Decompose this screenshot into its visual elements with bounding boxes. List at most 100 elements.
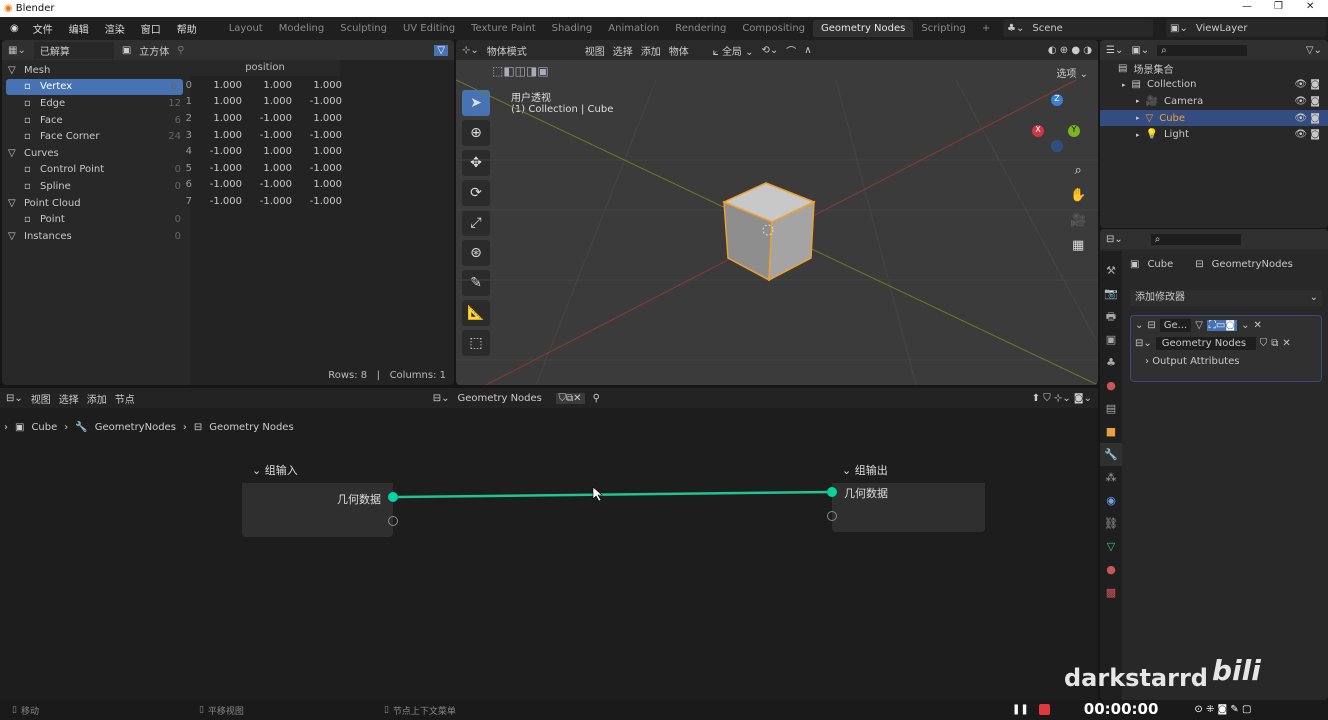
collection-tab-icon[interactable]: ▤ — [1100, 397, 1122, 420]
constraints-tab-icon[interactable]: ⛓ — [1100, 512, 1122, 535]
scene-selector[interactable]: ♣⌄ Scene — [1003, 19, 1153, 37]
node-tree-icon[interactable]: ⊟⌄ — [433, 393, 450, 404]
empty-input-socket[interactable] — [827, 511, 837, 521]
close-button[interactable]: ✕ — [1306, 1, 1314, 12]
outliner-item[interactable]: ▸ 💡 Light 👁 ◙ — [1100, 126, 1328, 143]
spreadsheet-tree-item[interactable]: ▽ Instances 0 — [2, 228, 187, 245]
tab-texture-paint[interactable]: Texture Paint — [463, 20, 544, 37]
modifier-name-field[interactable]: Ge... — [1159, 319, 1192, 332]
spreadsheet-tree-item[interactable]: ▽ Curves — [2, 145, 187, 162]
tab-scripting[interactable]: Scripting — [913, 20, 973, 37]
group-output-node[interactable]: ⌄ 组输出 几何数据 — [827, 457, 985, 532]
tab-rendering[interactable]: Rendering — [667, 20, 734, 37]
edit-mode-icon[interactable]: ▽ — [1195, 320, 1203, 331]
node-editor[interactable]: ⊟⌄ 视图 选择 添加 节点 ⊟⌄ Geometry Nodes ⛉⧉✕ ⚲ ⬆… — [0, 388, 1098, 700]
gizmo-x-axis[interactable]: X — [1032, 125, 1044, 137]
geometry-input-socket[interactable] — [827, 487, 837, 497]
filter-icon[interactable]: ▽⌄ — [1306, 45, 1322, 56]
outliner-item[interactable]: ▸ 🎥 Camera 👁 ◙ — [1100, 93, 1328, 110]
output-attributes-subpanel[interactable]: › Output Attributes — [1131, 352, 1321, 371]
properties-search-input[interactable]: ⌕ — [1150, 233, 1241, 245]
pin-icon[interactable]: ⚲ — [593, 393, 600, 404]
scene-collection-row[interactable]: ▤ 场景集合 — [1100, 60, 1328, 77]
tab-shading[interactable]: Shading — [544, 20, 601, 37]
node-menu-add[interactable]: 添加 — [87, 391, 107, 406]
modifier-tab-icon[interactable]: 🔧 — [1100, 443, 1122, 466]
outliner-search-input[interactable]: ⌕ — [1157, 44, 1248, 56]
visibility-eye-icon[interactable]: 👁 ◙ — [1294, 129, 1328, 140]
tab-sculpting[interactable]: Sculpting — [332, 20, 395, 37]
particles-tab-icon[interactable]: ⁂ — [1100, 466, 1122, 489]
scene-tab-icon[interactable]: ♣ — [1100, 351, 1122, 374]
view-layer-tab-icon[interactable]: ▣ — [1100, 328, 1122, 351]
node-group-buttons[interactable]: ⛉⧉✕ — [555, 392, 585, 404]
node-group-field[interactable]: Geometry Nodes — [1155, 337, 1256, 350]
editor-type-icon[interactable]: ☰⌄ — [1106, 45, 1123, 56]
3d-viewport[interactable]: ⊹⌄ 物体模式 视图 选择 添加 物体 ⟀ 全局 ⌄ ⟲⌄ ⌒ ∧ ◐ ⊕ ● … — [456, 40, 1098, 385]
evaluation-mode-dropdown[interactable]: 已解算 — [33, 41, 114, 59]
show-viewport-icon[interactable]: ⛶▭◙ — [1206, 320, 1238, 331]
gizmo-z-axis[interactable]: Z — [1051, 94, 1063, 106]
node-menu-select[interactable]: 选择 — [59, 391, 79, 406]
cube-object[interactable] — [722, 182, 816, 282]
overlay-icon[interactable]: ⬆ ⛉ ⊹⌄ ◙⌄ — [1032, 393, 1092, 404]
group-output-header[interactable]: ⌄ 组输出 — [832, 457, 985, 483]
visibility-eye-icon[interactable]: 👁 ◙ — [1294, 79, 1328, 90]
tool-tab-icon[interactable]: ⚒ — [1100, 259, 1122, 282]
menu-edit[interactable]: 编辑 — [61, 21, 97, 36]
minimize-button[interactable]: — — [1242, 1, 1252, 12]
maximize-button[interactable]: ❐ — [1274, 1, 1283, 12]
object-name[interactable]: 立方体 — [139, 43, 169, 58]
expand-arrow-icon[interactable]: ▸ — [1136, 131, 1140, 139]
object-tab-icon[interactable]: ■ — [1100, 420, 1122, 443]
camera-view-icon[interactable]: 🎥 — [1070, 208, 1086, 233]
pin-icon[interactable]: ⚲ — [177, 45, 184, 56]
spreadsheet-tree-item[interactable]: ▫ Point 0 — [2, 211, 187, 228]
modifier-menu-icon[interactable]: ⌄ — [1241, 320, 1249, 331]
node-menu-view[interactable]: 视图 — [31, 391, 51, 406]
tab-modeling[interactable]: Modeling — [271, 20, 333, 37]
node-menu-node[interactable]: 节点 — [115, 391, 135, 406]
expand-arrow-icon[interactable]: ▸ — [1136, 97, 1140, 105]
output-tab-icon[interactable]: 🖶 — [1100, 305, 1122, 328]
spreadsheet-tree-item[interactable]: ▫ Edge 12 — [2, 95, 187, 112]
world-tab-icon[interactable]: ● — [1100, 374, 1122, 397]
collapse-icon[interactable]: ⌄ — [1135, 320, 1143, 331]
record-stop-icon[interactable] — [1038, 703, 1050, 715]
zoom-icon[interactable]: ⌕ — [1070, 158, 1086, 183]
node-group-selector[interactable]: Geometry Nodes — [458, 393, 548, 404]
spreadsheet-tree-item[interactable]: ▫ Vertex 8 — [6, 78, 183, 96]
spreadsheet-tree-item[interactable]: ▫ Spline 0 — [2, 178, 187, 195]
display-mode-icon[interactable]: ▣⌄ — [1131, 45, 1149, 56]
unlink-icon[interactable]: ✕ — [1282, 338, 1290, 349]
tab-uv-editing[interactable]: UV Editing — [395, 20, 463, 37]
navigation-gizmo[interactable]: Z Y X — [1032, 94, 1082, 154]
data-tab-icon[interactable]: ▽ — [1100, 535, 1122, 558]
fake-user-icon[interactable]: ⛉ — [1260, 338, 1268, 349]
expand-arrow-icon[interactable]: ▸ — [1136, 114, 1140, 122]
menu-file[interactable]: 文件 — [25, 21, 61, 36]
physics-tab-icon[interactable]: ◉ — [1100, 489, 1122, 512]
menu-help[interactable]: 帮助 — [169, 21, 205, 36]
tab-layout[interactable]: Layout — [221, 20, 271, 37]
group-input-header[interactable]: ⌄ 组输入 — [242, 457, 393, 483]
recorder-tools-icons[interactable]: ⊙ ⁜ ◙ ✎ ▢ — [1194, 704, 1251, 715]
editor-type-icon[interactable]: ⊟⌄ — [1106, 234, 1123, 245]
material-tab-icon[interactable]: ● — [1100, 558, 1122, 581]
pause-icon[interactable]: ❚❚ — [1012, 704, 1029, 715]
empty-output-socket[interactable] — [388, 516, 398, 526]
texture-tab-icon[interactable]: ▩ — [1100, 581, 1122, 604]
gizmo-neg-z[interactable] — [1051, 140, 1063, 152]
duplicate-icon[interactable]: ⧉ — [1271, 338, 1278, 349]
visibility-eye-icon[interactable]: 👁 ◙ — [1294, 96, 1328, 107]
add-workspace-icon[interactable]: + — [974, 20, 998, 37]
spreadsheet-tree-item[interactable]: ▽ Mesh — [2, 62, 187, 79]
view-layer-selector[interactable]: ▣⌄ ViewLayer — [1166, 19, 1326, 37]
spreadsheet-tree-item[interactable]: ▽ Point Cloud — [2, 195, 187, 212]
outliner-item[interactable]: ▸ ▽ Cube 👁 ◙ — [1100, 109, 1328, 127]
tab-geometry-nodes[interactable]: Geometry Nodes — [813, 20, 914, 37]
ortho-grid-icon[interactable]: ▦ — [1070, 233, 1086, 258]
visibility-eye-icon[interactable]: 👁 ◙ — [1294, 113, 1328, 124]
editor-type-icon[interactable]: ▦⌄ — [8, 45, 26, 56]
spreadsheet-tree-item[interactable]: ▫ Face Corner 24 — [2, 128, 187, 145]
